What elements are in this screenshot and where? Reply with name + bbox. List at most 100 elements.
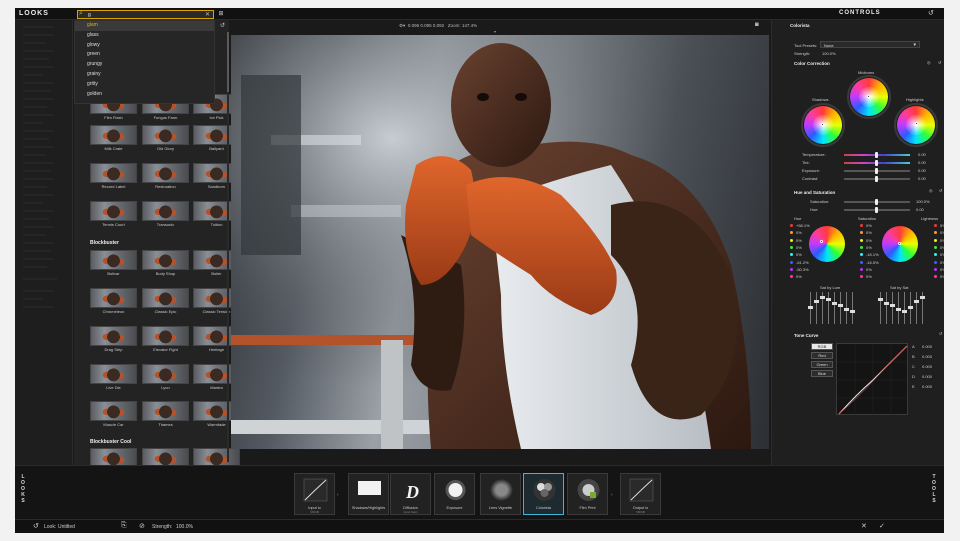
hsl-value[interactable]: 0% xyxy=(866,238,872,243)
looks-scrollbar[interactable] xyxy=(227,32,229,462)
tone-channel-button[interactable]: Red xyxy=(811,352,833,359)
slider-handle[interactable] xyxy=(875,176,878,182)
suggestion-item[interactable]: glass xyxy=(75,31,214,41)
hsl-value[interactable]: 0% xyxy=(940,274,944,279)
strength-value[interactable]: 100.0% xyxy=(822,51,836,56)
sat-fader[interactable] xyxy=(832,292,837,324)
slider-value[interactable]: 0.00 xyxy=(918,176,926,181)
slider-value[interactable]: 0.00 xyxy=(916,207,924,212)
hsl-value[interactable]: 0% xyxy=(866,245,872,250)
sat-fader[interactable] xyxy=(908,292,913,324)
look-thumbnail[interactable]: Classic Epic xyxy=(142,288,189,315)
tone-curve-graph[interactable] xyxy=(836,343,909,416)
fader-handle[interactable] xyxy=(884,302,889,305)
fader-handle[interactable] xyxy=(902,310,907,313)
tone-point-value[interactable]: 0.000 xyxy=(922,384,932,389)
suggestion-item[interactable]: glowy xyxy=(75,41,214,51)
sat-fader[interactable] xyxy=(878,292,883,324)
fader-handle[interactable] xyxy=(838,304,843,307)
fader-handle[interactable] xyxy=(908,306,913,309)
tone-point-value[interactable]: 0.000 xyxy=(922,344,932,349)
fader-handle[interactable] xyxy=(844,308,849,311)
hsl-value[interactable]: 0% xyxy=(866,274,872,279)
sat-fader[interactable] xyxy=(914,292,919,324)
save-icon[interactable]: ⎘ xyxy=(121,522,127,530)
hsl-value[interactable]: +58.1% xyxy=(796,223,810,228)
wheel-handle[interactable] xyxy=(915,122,918,125)
wheel-handle[interactable] xyxy=(898,242,901,245)
slider-handle[interactable] xyxy=(875,152,878,158)
look-thumbnail[interactable]: Thames xyxy=(142,401,189,428)
fader-handle[interactable] xyxy=(808,306,813,309)
confirm-icon[interactable]: ✓ xyxy=(879,522,885,530)
look-thumbnail[interactable]: Record Label xyxy=(90,163,137,190)
tone-point-value[interactable]: 0.000 xyxy=(922,374,932,379)
sat-fader[interactable] xyxy=(826,292,831,324)
tool-input-lo[interactable]: Input lo VRGB xyxy=(294,473,335,515)
slider-value[interactable]: 0.00 xyxy=(918,152,926,157)
hsl-value[interactable]: 0% xyxy=(866,230,872,235)
adjust-slider[interactable] xyxy=(844,199,910,205)
strength-icon[interactable]: ⊘ xyxy=(139,522,145,530)
hsl-value[interactable]: 0% xyxy=(940,238,944,243)
wheel-handle[interactable] xyxy=(867,95,870,98)
suggestion-item[interactable]: grungy xyxy=(75,60,214,70)
fader-handle[interactable] xyxy=(878,298,883,301)
suggestion-item[interactable]: green xyxy=(75,50,214,60)
hsl-value[interactable]: 0% xyxy=(796,230,802,235)
suggestion-item[interactable]: golden xyxy=(75,90,214,100)
looks-side-tab[interactable]: LOOKS xyxy=(18,474,28,504)
adjust-slider[interactable] xyxy=(844,168,910,174)
hsl-value[interactable]: 0% xyxy=(940,252,944,257)
snapshot-icon[interactable]: ◙ xyxy=(755,22,759,28)
fader-handle[interactable] xyxy=(920,296,925,299)
look-thumbnail[interactable]: Chromeleon xyxy=(90,288,137,315)
tone-channel-button[interactable]: RGB xyxy=(811,343,833,350)
gear-icon[interactable]: ⚙▾ xyxy=(399,23,405,28)
slider-value[interactable]: 0.00 xyxy=(918,160,926,165)
hsl-value[interactable]: 0% xyxy=(940,267,944,272)
adjust-slider[interactable] xyxy=(844,176,910,182)
look-thumbnail[interactable]: Drag Strip xyxy=(90,326,137,353)
hsl-value[interactable]: -50.3% xyxy=(796,267,809,272)
sat-fader[interactable] xyxy=(814,292,819,324)
sat-fader[interactable] xyxy=(838,292,843,324)
saturation-wheel[interactable] xyxy=(882,226,918,262)
wheel-handle[interactable] xyxy=(821,123,824,126)
tone-channel-button[interactable]: Blue xyxy=(811,370,833,377)
fader-handle[interactable] xyxy=(814,300,819,303)
fader-handle[interactable] xyxy=(832,302,837,305)
sat-fader[interactable] xyxy=(896,292,901,324)
slider-handle[interactable] xyxy=(875,168,878,174)
tool-colorista[interactable]: Colorista xyxy=(523,473,564,515)
suggestion-item[interactable]: grainy xyxy=(75,70,214,80)
tool-output-lo[interactable]: Output lo VRGB xyxy=(620,473,661,515)
suggestion-item[interactable]: gritty xyxy=(75,80,214,90)
hsl-value[interactable]: 0% xyxy=(866,267,872,272)
reset-icon[interactable]: ↺ xyxy=(939,331,942,336)
look-thumbnail[interactable]: Lyon xyxy=(142,364,189,391)
sat-fader[interactable] xyxy=(902,292,907,324)
tone-point-value[interactable]: 0.000 xyxy=(922,364,932,369)
undo-icon[interactable]: ↺ xyxy=(33,522,39,530)
reset-icon[interactable]: ↺ xyxy=(928,9,934,17)
tone-channel-button[interactable]: Green xyxy=(811,361,833,368)
cancel-icon[interactable]: ✕ xyxy=(861,522,867,530)
shadows-wheel[interactable] xyxy=(801,103,845,147)
sat-fader[interactable] xyxy=(808,292,813,324)
pin-icon[interactable]: ◎ xyxy=(929,188,933,193)
slider-value[interactable]: 100.0% xyxy=(916,199,930,204)
hsl-value[interactable]: 0% xyxy=(940,245,944,250)
hsl-value[interactable]: 0% xyxy=(940,260,944,265)
hsl-value[interactable]: 0% xyxy=(796,238,802,243)
look-thumbnail[interactable]: Muscle Car xyxy=(90,401,137,428)
fader-handle[interactable] xyxy=(890,304,895,307)
look-thumbnail[interactable]: Live Die xyxy=(90,364,137,391)
collapse-icon[interactable]: ▾ xyxy=(494,29,496,34)
hsl-value[interactable]: 0% xyxy=(940,230,944,235)
hsl-value[interactable]: -16.5% xyxy=(866,260,879,265)
hsl-value[interactable]: 0% xyxy=(796,252,802,257)
suggestion-item[interactable]: glam xyxy=(75,21,214,31)
look-thumbnail[interactable]: Transonic xyxy=(142,201,189,228)
midtones-wheel[interactable] xyxy=(847,75,891,119)
